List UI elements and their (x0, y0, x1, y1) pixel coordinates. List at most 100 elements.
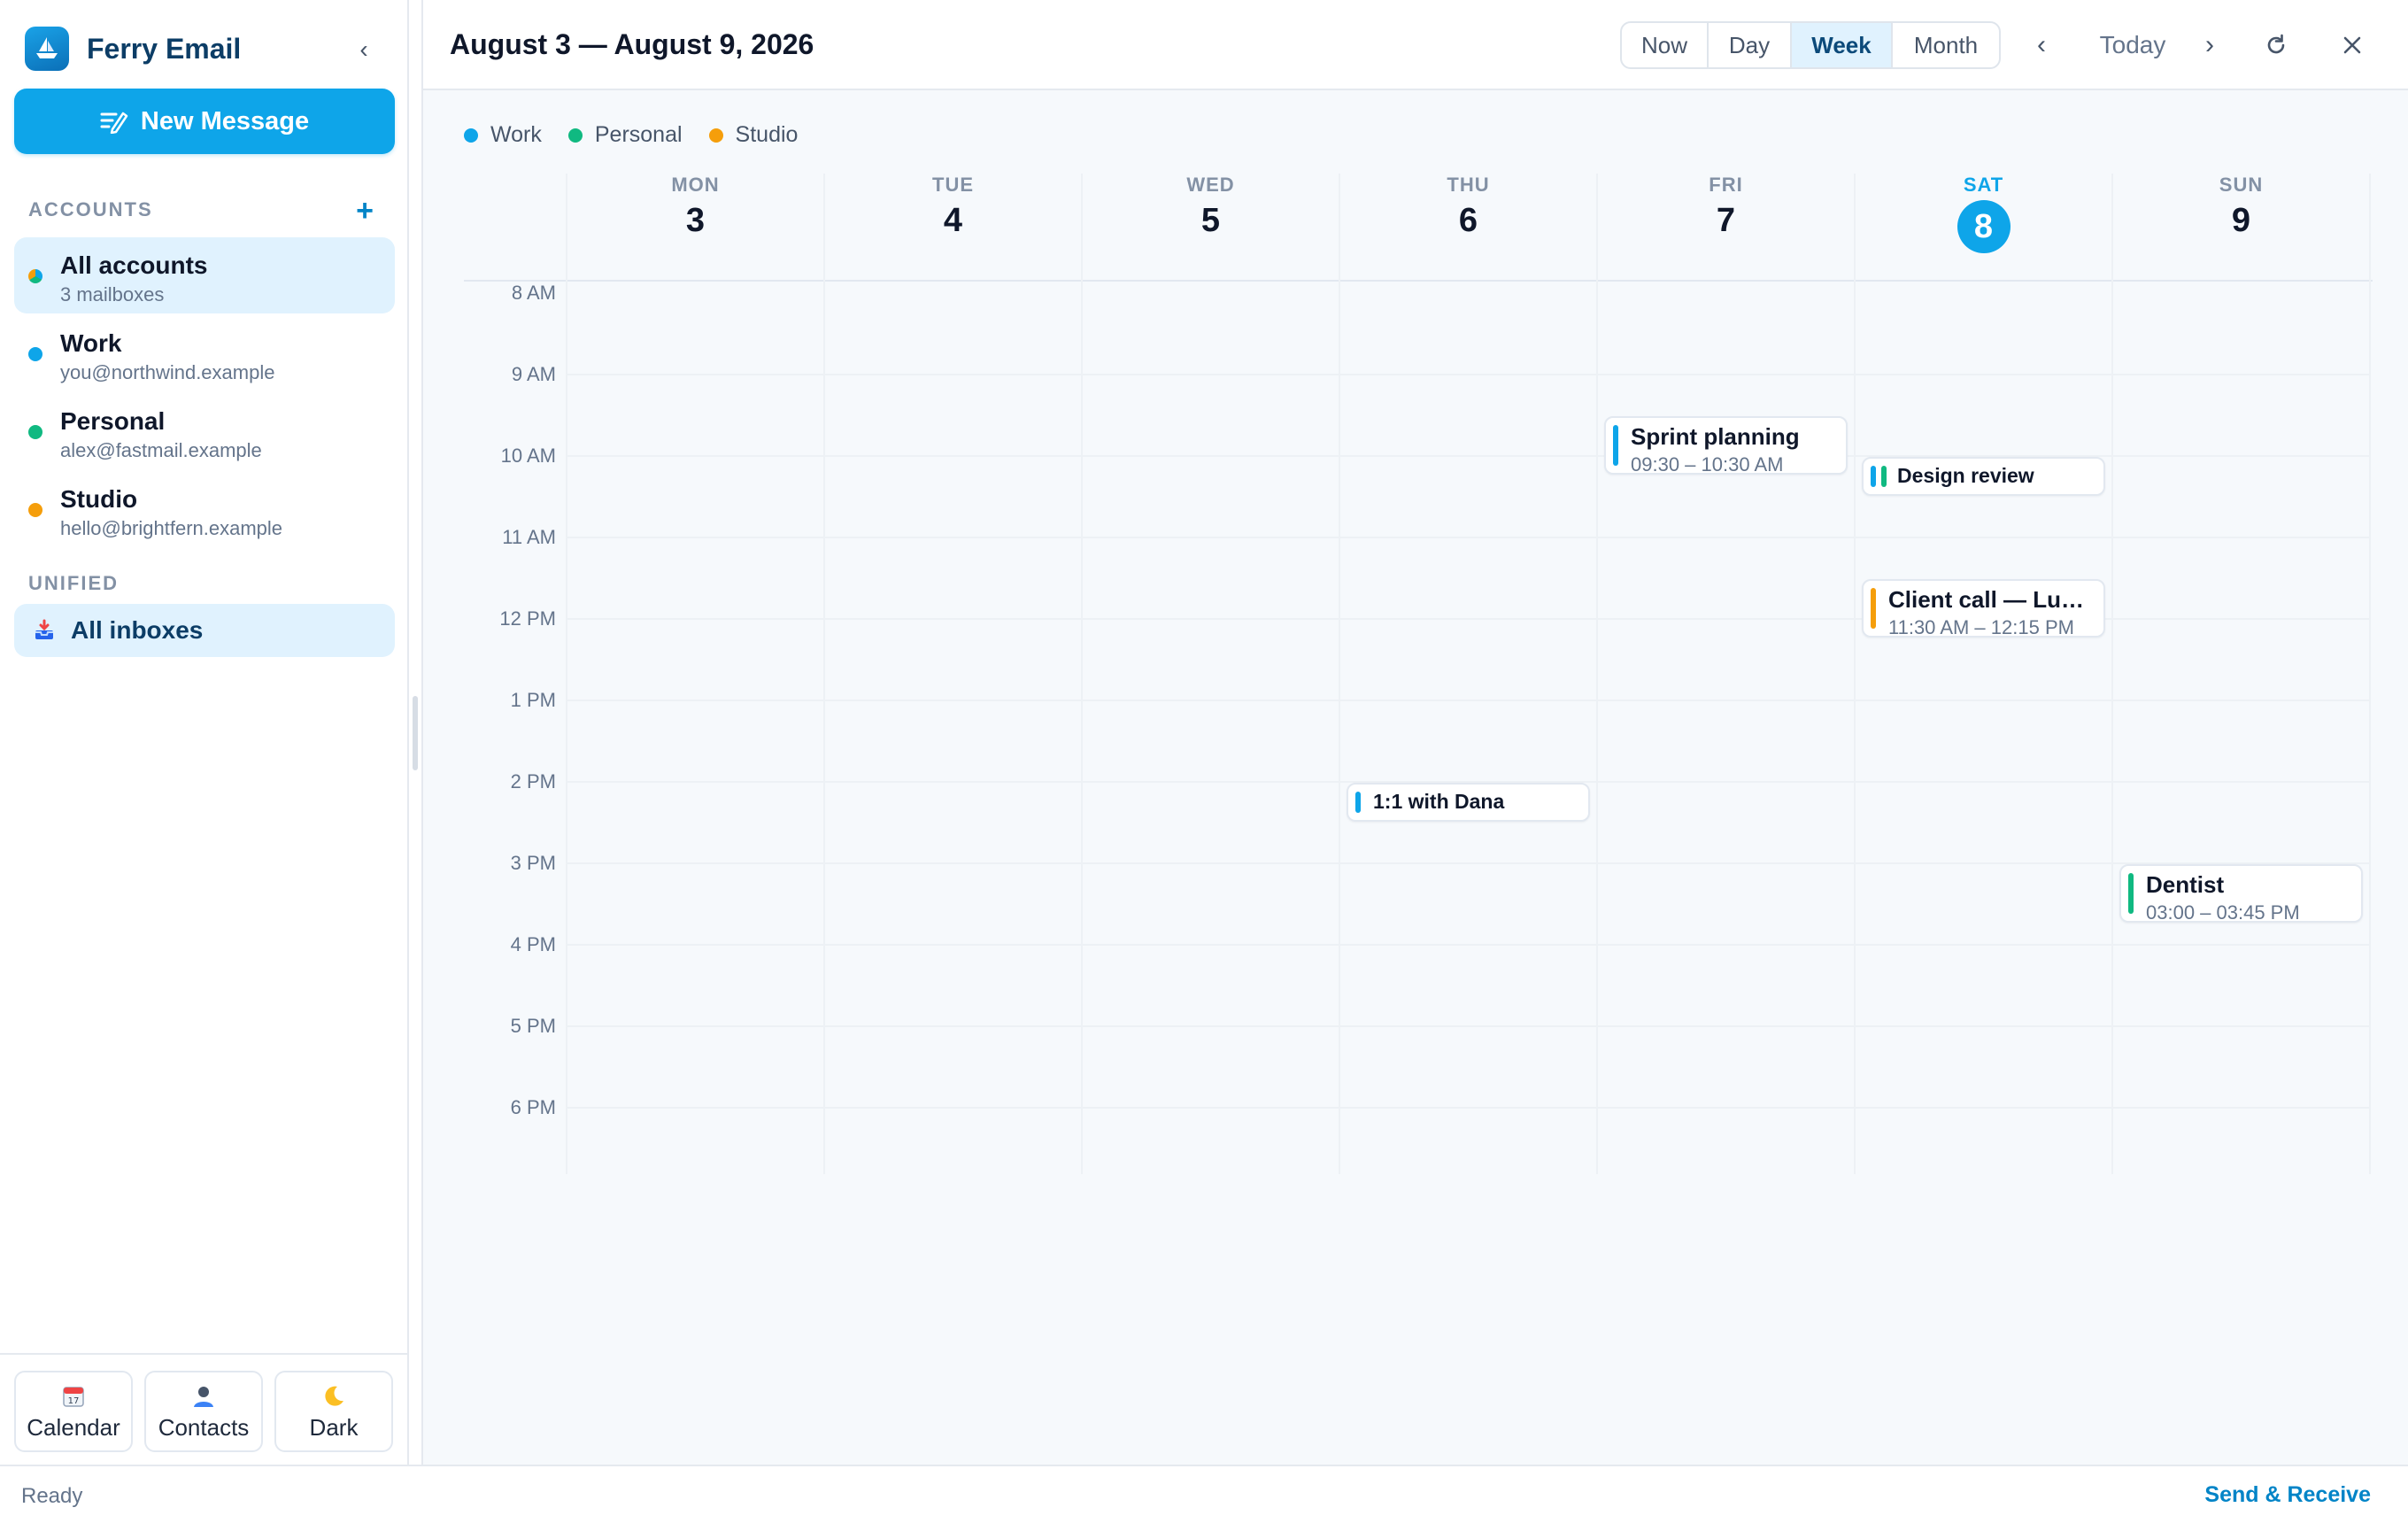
event-title: 1:1 with Dana (1373, 790, 1505, 813)
account-name: Studio (60, 485, 138, 513)
column-divider (2369, 174, 2371, 1174)
inbox-tray-icon (32, 618, 57, 643)
hour-label: 4 PM (510, 933, 556, 955)
column-divider (1339, 174, 1340, 1174)
sidebar-resize-handle[interactable] (413, 696, 418, 770)
status-bar: Ready Send & Receive (0, 1465, 2408, 1523)
day-of-week: SUN (2219, 174, 2264, 196)
day-header-wed[interactable]: WED 5 (1082, 174, 1339, 240)
status-text: Ready (21, 1484, 83, 1508)
account-name: All accounts (60, 251, 208, 279)
app-name: Ferry Email (87, 32, 242, 65)
send-receive-button[interactable]: Send & Receive (2204, 1482, 2371, 1508)
calendar-main: August 3 — August 9, 2026 Now Day Week M… (421, 0, 2408, 1465)
dark-label: Dark (309, 1413, 359, 1441)
day-number: 9 (2231, 202, 2251, 239)
day-header-sun[interactable]: SUN 9 (2112, 174, 2370, 240)
event-color-bar (1613, 425, 1618, 467)
day-header-sat[interactable]: SAT 8 (1855, 174, 2112, 253)
calendar-event[interactable]: Sprint planning 09:30 – 10:30 AM (1604, 416, 1848, 475)
hour-gridline (567, 1025, 2370, 1027)
close-calendar-button[interactable] (2332, 25, 2373, 66)
hour-gridline (567, 944, 2370, 946)
hour-gridline (567, 537, 2370, 538)
moon-icon (321, 1382, 346, 1411)
brand: Ferry Email (25, 25, 241, 73)
hour-label: 12 PM (499, 607, 556, 630)
hour-label: 2 PM (510, 770, 556, 792)
view-switcher: Now Day Week Month (1620, 21, 2001, 69)
account-all-accounts[interactable]: All accounts 3 mailboxes (14, 237, 395, 313)
close-icon (2343, 36, 2361, 54)
day-header-fri[interactable]: FRI 7 (1597, 174, 1855, 240)
contacts-label: Contacts (158, 1413, 250, 1441)
collapse-sidebar-button[interactable]: ‹ (351, 32, 377, 67)
day-header-tue[interactable]: TUE 4 (824, 174, 1082, 240)
contacts-button[interactable]: Contacts (144, 1371, 263, 1452)
header-divider (464, 280, 2373, 282)
refresh-button[interactable] (2256, 25, 2296, 66)
dark-mode-button[interactable]: Dark (274, 1371, 393, 1452)
today-button[interactable]: Today (2084, 25, 2181, 66)
calendar-button[interactable]: 17 Calendar (14, 1371, 133, 1452)
column-divider (1854, 174, 1856, 1174)
today-date-badge: 8 (1956, 200, 2011, 253)
view-month-button[interactable]: Month (1893, 23, 1999, 67)
hour-gridline (567, 700, 2370, 701)
day-of-week: THU (1447, 174, 1490, 196)
account-work[interactable]: Work you@northwind.example (14, 315, 395, 391)
sidebar: Ferry Email ‹ New Message ACCOUNTS + All… (0, 0, 409, 1465)
calendar-legend: Work Personal Studio (464, 122, 824, 148)
view-week-button[interactable]: Week (1792, 23, 1893, 67)
hour-label: 1 PM (510, 689, 556, 711)
account-sub: you@northwind.example (60, 361, 275, 383)
legend-item-personal: Personal (567, 122, 683, 148)
refresh-icon (2267, 34, 2285, 54)
hour-label: 11 AM (502, 526, 556, 548)
day-number: 6 (1458, 202, 1478, 239)
personal-dot-icon (567, 128, 583, 143)
event-time: 11:30 AM – 12:15 PM (1888, 616, 2074, 638)
accounts-section-label: ACCOUNTS (28, 198, 153, 220)
column-divider (2111, 174, 2113, 1174)
day-number: 7 (1716, 202, 1736, 239)
event-color-bar (1355, 792, 1361, 813)
all-inboxes-item[interactable]: All inboxes (14, 604, 395, 657)
studio-dot-icon (28, 503, 42, 517)
calendar-event[interactable]: Dentist 03:00 – 03:45 PM (2119, 864, 2363, 924)
svg-text:17: 17 (68, 1396, 80, 1406)
account-personal[interactable]: Personal alex@fastmail.example (14, 393, 395, 469)
column-divider (1596, 174, 1598, 1174)
day-header-mon[interactable]: MON 3 (567, 174, 824, 240)
event-title: Design review (1897, 464, 2034, 487)
add-account-button[interactable]: + (352, 194, 377, 228)
new-message-label: New Message (140, 106, 310, 135)
calendar-event[interactable]: 1:1 with Dana (1347, 783, 1590, 822)
account-studio[interactable]: Studio hello@brightfern.example (14, 471, 395, 547)
column-divider (823, 174, 825, 1174)
account-sub: hello@brightfern.example (60, 517, 283, 539)
contacts-icon (191, 1382, 216, 1411)
hour-label: 8 AM (511, 282, 556, 304)
view-now-button[interactable]: Now (1622, 23, 1709, 67)
week-grid: MON 3 TUE 4 WED 5 THU 6 FRI 7 SAT 8 SUN 9 8 AM 9 AM 10 A… (464, 174, 2373, 1174)
chevron-left-icon: ‹ (359, 35, 368, 63)
account-name: Work (60, 329, 122, 357)
ferry-logo-icon (25, 27, 69, 71)
calendar-label: Calendar (27, 1413, 120, 1441)
event-time: 03:00 – 03:45 PM (2146, 901, 2300, 924)
view-day-button[interactable]: Day (1709, 23, 1792, 67)
previous-week-button[interactable]: ‹ (2026, 25, 2057, 66)
next-week-button[interactable]: › (2194, 25, 2226, 66)
event-color-bar (1871, 466, 1876, 487)
calendar-event[interactable]: Design review (1862, 457, 2105, 496)
calendar-event[interactable]: Client call — Lum... 11:30 AM – 12:15 PM (1862, 579, 2105, 638)
work-dot-icon (28, 347, 42, 361)
event-color-bar (1871, 588, 1876, 629)
legend-item-studio: Studio (708, 122, 799, 148)
new-message-button[interactable]: New Message (14, 89, 395, 154)
chevron-left-icon: ‹ (2037, 30, 2046, 59)
day-header-thu[interactable]: THU 6 (1339, 174, 1597, 240)
sidebar-footer: 17 Calendar Contacts Dark (0, 1353, 407, 1465)
legend-label: Studio (735, 122, 799, 147)
